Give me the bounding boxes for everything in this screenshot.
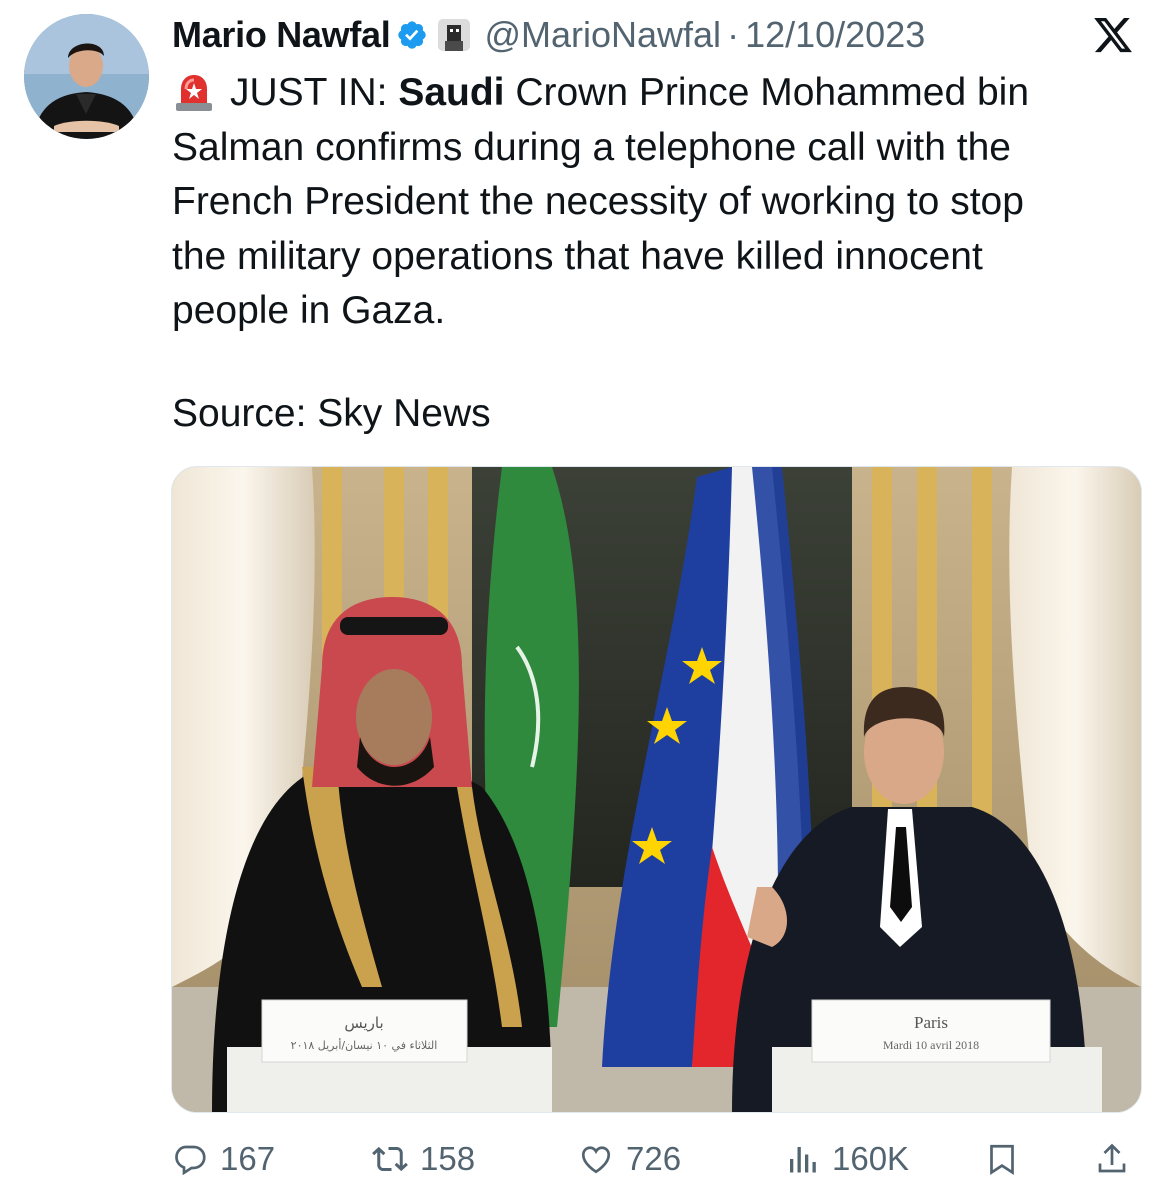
tweet-text-prefix: JUST IN:	[230, 71, 399, 114]
repost-count: 158	[420, 1140, 476, 1177]
tweet-actions: 167 158 726 160K	[172, 1134, 1132, 1184]
repost-icon	[372, 1146, 408, 1172]
right-podium-title: Paris	[914, 1013, 948, 1032]
siren-emoji-icon	[176, 75, 212, 111]
reply-button[interactable]: 167	[172, 1134, 275, 1184]
tweet-text-line: the military operations that have killed…	[172, 234, 983, 278]
affiliate-badge-icon[interactable]	[438, 19, 471, 51]
tweet-text-rest: Crown Prince Mohammed bin	[504, 71, 1030, 114]
heart-icon	[581, 1146, 611, 1174]
reply-count: 167	[220, 1140, 276, 1177]
repost-button[interactable]: 158	[372, 1134, 475, 1184]
left-podium-arabic-date: الثلاثاء في ١٠ نيسان/أبريل ٢٠١٨	[291, 1038, 438, 1052]
view-count: 160K	[832, 1140, 910, 1177]
separator-dot: ·	[727, 14, 740, 55]
like-count: 726	[626, 1140, 682, 1177]
tweet-text-bold: Saudi	[398, 71, 505, 114]
reply-icon	[175, 1145, 206, 1176]
tweet-text-line: people in Gaza.	[172, 289, 446, 332]
share-button[interactable]	[1094, 1134, 1130, 1184]
display-name[interactable]: Mario Nawfal	[172, 14, 391, 56]
views-icon	[790, 1147, 816, 1173]
tweet-text-line: French President the necessity of workin…	[172, 180, 1024, 223]
tweet-media-photo[interactable]: باريس الثلاثاء في ١٠ نيسان/أبريل ٢٠١٨ Pa…	[171, 466, 1142, 1113]
timestamp[interactable]: 12/10/2023	[745, 14, 925, 56]
share-icon	[1098, 1143, 1126, 1173]
tweet-text-line: Salman confirms during a telephone call …	[172, 125, 1011, 169]
avatar[interactable]	[24, 14, 149, 139]
right-podium-date: Mardi 10 avril 2018	[883, 1038, 979, 1052]
handle[interactable]: @MarioNawfal	[484, 14, 721, 56]
left-podium-arabic-title: باريس	[344, 1014, 383, 1032]
verified-badge-icon	[398, 21, 427, 49]
bookmark-icon	[990, 1144, 1014, 1176]
tweet-header: Mario Nawfal @MarioNawfal · 12/10/2023	[172, 12, 1134, 58]
x-logo-icon[interactable]	[1092, 14, 1134, 56]
tweet-text-line: JUST IN: Saudi Crown Prince Mohammed bin	[172, 66, 1142, 121]
bookmark-button[interactable]	[984, 1134, 1020, 1184]
like-button[interactable]: 726	[578, 1134, 681, 1184]
tweet-text: JUST IN: Saudi Crown Prince Mohammed bin…	[172, 66, 1142, 339]
views-button[interactable]: 160K	[784, 1134, 909, 1184]
tweet-source-line: Source: Sky News	[172, 392, 491, 435]
